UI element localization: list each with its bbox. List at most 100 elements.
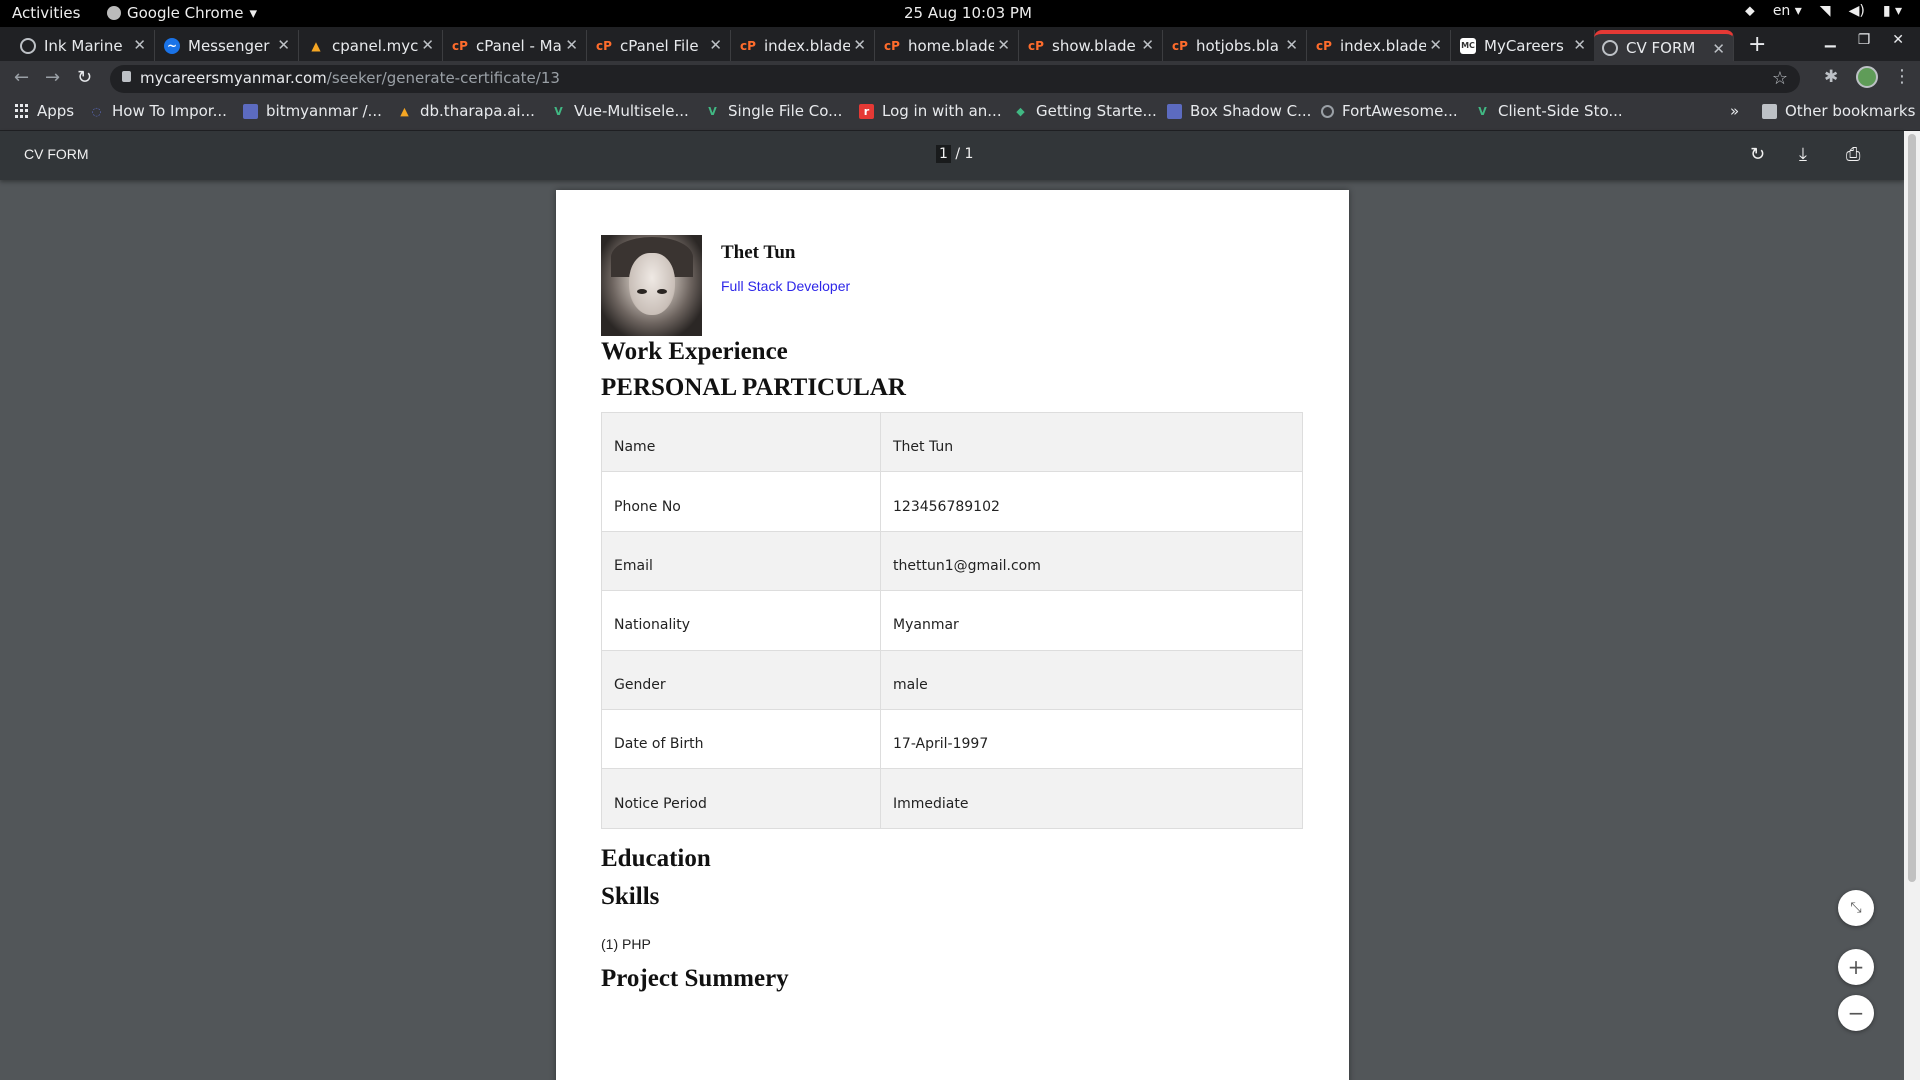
close-icon[interactable]: ✕: [997, 36, 1010, 54]
vertical-scrollbar[interactable]: [1904, 131, 1920, 1080]
download-icon[interactable]: ⤓: [1799, 144, 1807, 165]
url-path: /seeker/generate-certificate/13: [326, 69, 560, 87]
page-number-input[interactable]: 1: [936, 145, 951, 163]
tab-title: Messenger: [188, 36, 270, 55]
warning-icon: ▲: [311, 38, 321, 53]
tab-title: hotjobs.bla: [1196, 36, 1279, 55]
shield-icon: ◆: [1016, 104, 1025, 118]
app-menu[interactable]: Google Chrome ▾: [107, 4, 257, 22]
tab[interactable]: cP index.blade ✕: [1308, 30, 1451, 61]
cpanel-icon: cP: [596, 38, 612, 53]
tab[interactable]: cP cPanel File ✕: [588, 30, 731, 61]
profile-avatar[interactable]: [1856, 66, 1878, 88]
tab[interactable]: cP hotjobs.bla ✕: [1164, 30, 1307, 61]
address-bar[interactable]: mycareersmyanmar.com/seeker/generate-cer…: [110, 65, 1800, 93]
cpanel-icon: cP: [1172, 38, 1188, 53]
url-host: mycareersmyanmar.com: [140, 69, 327, 87]
bookmark-item[interactable]: Box Shadow C...: [1167, 102, 1311, 120]
tab[interactable]: cP cPanel - Ma ✕: [444, 30, 587, 61]
clock[interactable]: 25 Aug 10:03 PM: [904, 4, 1032, 22]
table-row: Email thettun1@gmail.com: [601, 530, 1303, 592]
forward-icon[interactable]: →: [45, 67, 60, 88]
tab-title: cPanel - Ma: [476, 36, 562, 55]
tab[interactable]: cP show.blade ✕: [1020, 30, 1163, 61]
github-icon: [1321, 104, 1334, 118]
tab-title: CV FORM: [1626, 38, 1696, 57]
close-window-icon[interactable]: ✕: [1892, 32, 1904, 48]
cpanel-icon: cP: [452, 38, 468, 53]
extensions-icon[interactable]: ✱: [1824, 67, 1838, 87]
kebab-menu-icon[interactable]: ⋮: [1893, 66, 1911, 87]
close-icon[interactable]: ✕: [1141, 36, 1154, 54]
lock-icon[interactable]: [122, 71, 131, 82]
tab[interactable]: cP home.blade ✕: [876, 30, 1019, 61]
page-indicator: 1 / 1: [936, 145, 973, 163]
bookmark-star-icon[interactable]: ☆: [1772, 68, 1788, 89]
bookmark-item[interactable]: V Single File Co...: [705, 102, 842, 120]
tab[interactable]: Ink Marine ✕: [12, 30, 155, 61]
close-icon[interactable]: ✕: [1285, 36, 1298, 54]
close-icon[interactable]: ✕: [277, 36, 290, 54]
apps-grid-icon: [14, 103, 29, 119]
tab-active[interactable]: CV FORM ✕: [1594, 30, 1734, 61]
bookmarks-overflow-icon[interactable]: »: [1730, 102, 1739, 120]
bookmarks-bar: Apps ◌ How To Impor... bitmyanmar /... ▲…: [0, 95, 1920, 131]
minimize-icon[interactable]: ▁: [1825, 32, 1836, 48]
scrollbar-thumb[interactable]: [1908, 134, 1916, 882]
close-icon[interactable]: ✕: [1429, 36, 1442, 54]
reload-icon[interactable]: ↻: [77, 67, 92, 88]
bookmark-item[interactable]: FortAwesome...: [1321, 102, 1458, 120]
vue-icon: V: [1478, 104, 1487, 118]
bookmark-item[interactable]: V Vue-Multisele...: [551, 102, 689, 120]
bookmark-item[interactable]: bitmyanmar /...: [243, 102, 382, 120]
language-indicator[interactable]: en ▾: [1773, 3, 1802, 19]
battery-icon[interactable]: ▮ ▾: [1883, 3, 1902, 19]
window-controls: ▁ ❐ ✕: [1825, 32, 1904, 48]
close-icon[interactable]: ✕: [1712, 40, 1725, 58]
close-icon[interactable]: ✕: [1573, 36, 1586, 54]
close-icon[interactable]: ✕: [853, 36, 866, 54]
rotate-icon[interactable]: ↻: [1750, 144, 1765, 165]
close-icon[interactable]: ✕: [565, 36, 578, 54]
tab[interactable]: ~ Messenger ✕: [156, 30, 299, 61]
dropbox-icon[interactable]: ⬥: [1745, 3, 1755, 19]
fit-to-page-button[interactable]: ⤡: [1838, 890, 1874, 926]
bookmark-item[interactable]: ◆ Getting Starte...: [1013, 102, 1157, 120]
zoom-in-button[interactable]: +: [1838, 949, 1874, 985]
tab[interactable]: ▲ cpanel.myc ✕: [300, 30, 443, 61]
personal-particular-table: Name Thet Tun Phone No 123456789102 Emai…: [601, 411, 1303, 829]
cv-name: Thet Tun: [721, 242, 796, 263]
personal-particular-heading: PERSONAL PARTICULAR: [601, 374, 906, 401]
bitbucket-icon: [243, 103, 258, 119]
volume-icon[interactable]: ◀): [1849, 3, 1865, 19]
system-tray[interactable]: ⬥ en ▾ ◥ ◀) ▮ ▾: [1745, 3, 1902, 19]
system-top-bar: Activities Google Chrome ▾ 25 Aug 10:03 …: [0, 0, 1920, 27]
activities-button[interactable]: Activities: [12, 4, 80, 22]
bookmark-item[interactable]: ◌ How To Impor...: [89, 102, 227, 120]
tab[interactable]: MC MyCareers ✕: [1452, 30, 1595, 61]
bookmark-item[interactable]: r Log in with an...: [859, 102, 1002, 120]
table-row: Phone No 123456789102: [601, 471, 1303, 532]
close-icon[interactable]: ✕: [133, 36, 146, 54]
field-value: 123456789102: [880, 471, 1303, 532]
bookmark-item[interactable]: V Client-Side Sto...: [1475, 102, 1622, 120]
back-icon[interactable]: ←: [14, 67, 29, 88]
bookmark-item[interactable]: ▲ db.tharapa.ai...: [397, 102, 535, 120]
maximize-icon[interactable]: ❐: [1858, 32, 1871, 48]
table-row: Nationality Myanmar: [601, 590, 1303, 651]
tab[interactable]: cP index.blade ✕: [732, 30, 875, 61]
vue-icon: V: [708, 104, 717, 118]
field-label: Phone No: [601, 471, 881, 532]
chrome-icon: [107, 6, 121, 20]
zoom-out-button[interactable]: −: [1838, 995, 1874, 1031]
close-icon[interactable]: ✕: [421, 36, 434, 54]
close-icon[interactable]: ✕: [709, 36, 722, 54]
wifi-icon[interactable]: ◥: [1820, 3, 1831, 19]
print-icon[interactable]: ⎙: [1846, 144, 1860, 165]
minus-icon: −: [1847, 1001, 1865, 1025]
new-tab-button[interactable]: +: [1748, 32, 1766, 57]
tab-title: index.blade: [1340, 36, 1426, 55]
other-bookmarks[interactable]: Other bookmarks: [1762, 102, 1915, 120]
education-heading: Education: [601, 845, 711, 872]
bookmark-apps[interactable]: Apps: [14, 102, 74, 120]
